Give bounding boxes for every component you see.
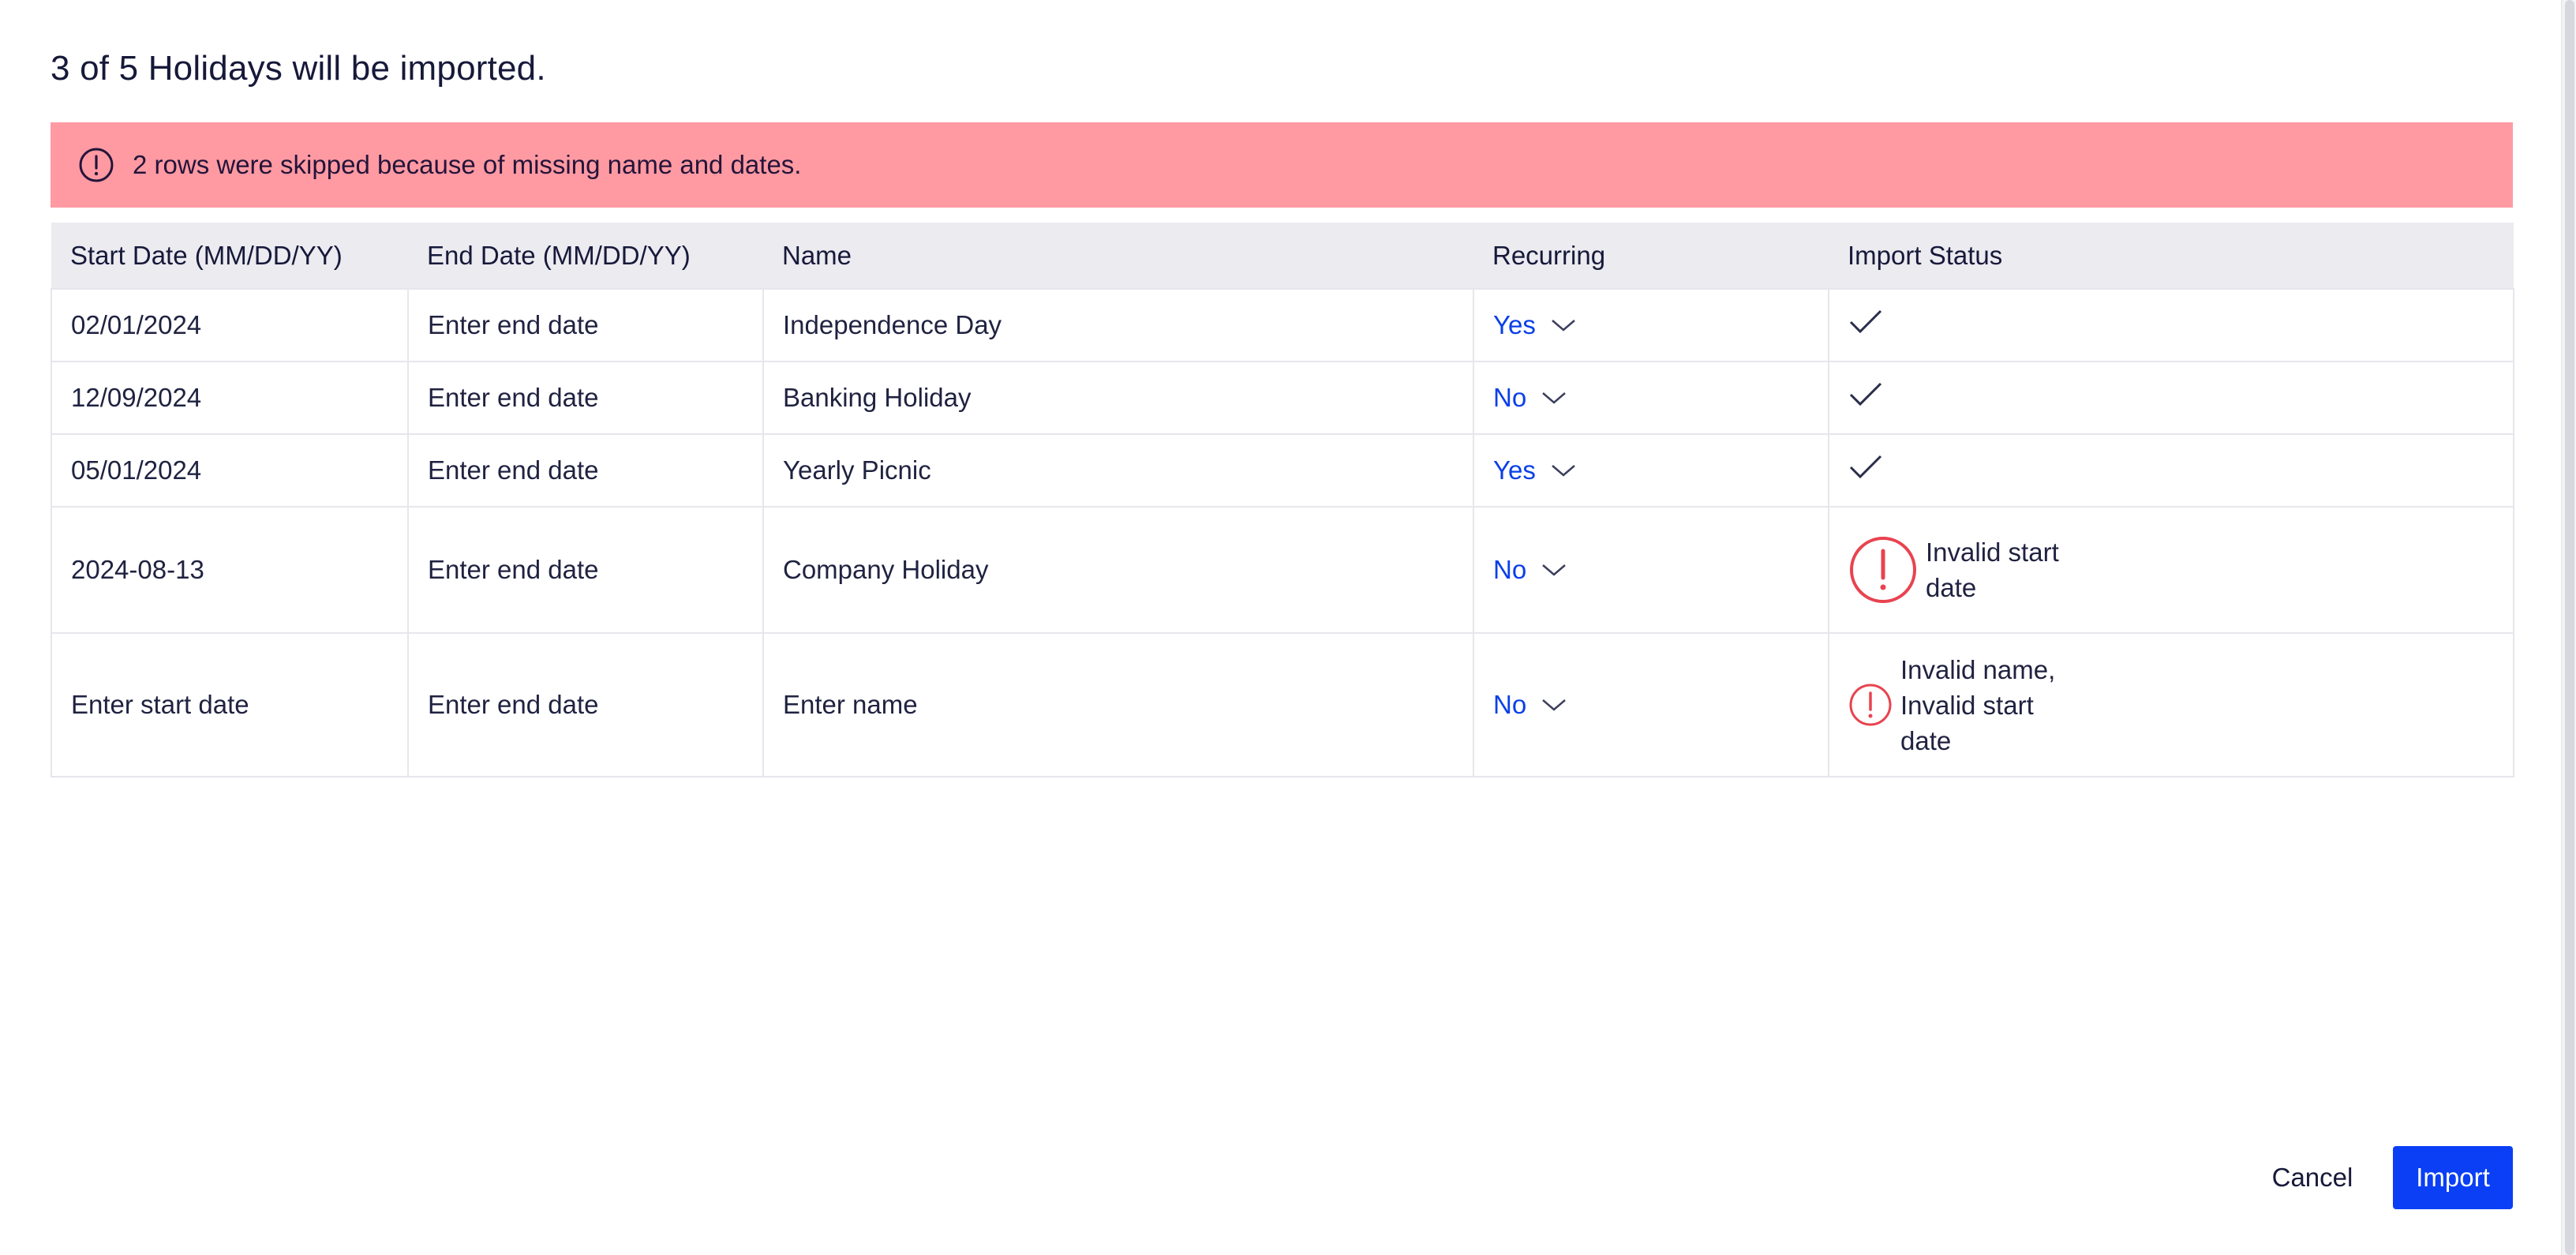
error-alert-icon bbox=[1850, 537, 1916, 603]
header-end-date: End Date (MM/DD/YY) bbox=[408, 223, 763, 289]
recurring-value: No bbox=[1493, 555, 1527, 584]
checkmark-icon bbox=[1849, 455, 1882, 479]
start-date-cell[interactable]: 05/01/2024 bbox=[51, 433, 409, 508]
scrollbar-track[interactable] bbox=[2561, 0, 2576, 1255]
recurring-value: No bbox=[1493, 690, 1527, 719]
name-cell[interactable]: Enter name bbox=[762, 632, 1474, 777]
table-header-row: Start Date (MM/DD/YY) End Date (MM/DD/YY… bbox=[51, 223, 2514, 289]
import-status-cell bbox=[1828, 361, 2514, 435]
recurring-select[interactable]: No bbox=[1493, 383, 1567, 413]
recurring-value: No bbox=[1493, 383, 1527, 412]
table-row: Enter start date Enter end date Enter na… bbox=[51, 632, 2514, 777]
alert-circle-icon bbox=[79, 148, 114, 182]
import-status-cell: Invalid name, Invalid start date bbox=[1828, 632, 2514, 777]
cancel-button[interactable]: Cancel bbox=[2257, 1146, 2368, 1209]
name-cell[interactable]: Company Holiday bbox=[762, 506, 1474, 634]
recurring-select[interactable]: Yes bbox=[1493, 455, 1577, 485]
import-status-cell bbox=[1828, 288, 2514, 362]
holidays-table: Start Date (MM/DD/YY) End Date (MM/DD/YY… bbox=[51, 223, 2514, 777]
checkmark-icon bbox=[1849, 309, 1882, 334]
recurring-cell[interactable]: No bbox=[1473, 632, 1829, 777]
end-date-cell[interactable]: Enter end date bbox=[407, 506, 764, 634]
header-name: Name bbox=[763, 223, 1473, 289]
scrollbar-thumb[interactable] bbox=[2565, 0, 2574, 1255]
import-status-text: Invalid start date bbox=[1926, 538, 2059, 602]
recurring-select[interactable]: Yes bbox=[1493, 310, 1577, 340]
import-status-error: Invalid name, Invalid start date bbox=[1848, 652, 2494, 759]
table-row: 2024-08-13 Enter end date Company Holida… bbox=[51, 506, 2514, 634]
dialog-title: 3 of 5 Holidays will be imported. bbox=[51, 49, 546, 88]
header-import-status: Import Status bbox=[1829, 223, 2514, 289]
import-status-cell: Invalid start date bbox=[1828, 506, 2514, 634]
skipped-rows-alert: 2 rows were skipped because of missing n… bbox=[51, 122, 2513, 208]
table-row: 12/09/2024 Enter end date Banking Holida… bbox=[51, 361, 2514, 435]
recurring-select[interactable]: No bbox=[1493, 555, 1567, 585]
table-row: 02/01/2024 Enter end date Independence D… bbox=[51, 288, 2514, 362]
end-date-cell[interactable]: Enter end date bbox=[407, 361, 764, 435]
table-row: 05/01/2024 Enter end date Yearly Picnic … bbox=[51, 433, 2514, 508]
header-start-date: Start Date (MM/DD/YY) bbox=[51, 223, 408, 289]
import-status-error: Invalid start date bbox=[1848, 534, 2494, 605]
chevron-down-icon bbox=[1552, 320, 1575, 332]
end-date-cell[interactable]: Enter end date bbox=[407, 632, 764, 777]
start-date-cell[interactable]: 2024-08-13 bbox=[51, 506, 409, 634]
start-date-cell[interactable]: 12/09/2024 bbox=[51, 361, 409, 435]
checkmark-icon bbox=[1849, 382, 1882, 406]
import-button[interactable]: Import bbox=[2393, 1146, 2513, 1209]
recurring-value: Yes bbox=[1493, 310, 1536, 339]
recurring-select[interactable]: No bbox=[1493, 690, 1567, 720]
recurring-cell[interactable]: Yes bbox=[1473, 288, 1829, 362]
chevron-down-icon bbox=[1552, 465, 1575, 477]
recurring-value: Yes bbox=[1493, 455, 1536, 485]
import-status-cell bbox=[1828, 433, 2514, 508]
recurring-cell[interactable]: Yes bbox=[1473, 433, 1829, 508]
recurring-cell[interactable]: No bbox=[1473, 506, 1829, 634]
name-cell[interactable]: Banking Holiday bbox=[762, 361, 1474, 435]
chevron-down-icon bbox=[1542, 392, 1567, 404]
name-cell[interactable]: Independence Day bbox=[762, 288, 1474, 362]
name-cell[interactable]: Yearly Picnic bbox=[762, 433, 1474, 508]
chevron-down-icon bbox=[1542, 699, 1567, 711]
chevron-down-icon bbox=[1542, 564, 1567, 576]
import-status-text: Invalid name, Invalid start date bbox=[1900, 654, 2056, 755]
header-recurring: Recurring bbox=[1473, 223, 1829, 289]
alert-message: 2 rows were skipped because of missing n… bbox=[133, 150, 802, 179]
start-date-cell[interactable]: Enter start date bbox=[51, 632, 409, 777]
end-date-cell[interactable]: Enter end date bbox=[407, 288, 764, 362]
error-alert-icon bbox=[1849, 684, 1892, 726]
end-date-cell[interactable]: Enter end date bbox=[407, 433, 764, 508]
recurring-cell[interactable]: No bbox=[1473, 361, 1829, 435]
start-date-cell[interactable]: 02/01/2024 bbox=[51, 288, 409, 362]
